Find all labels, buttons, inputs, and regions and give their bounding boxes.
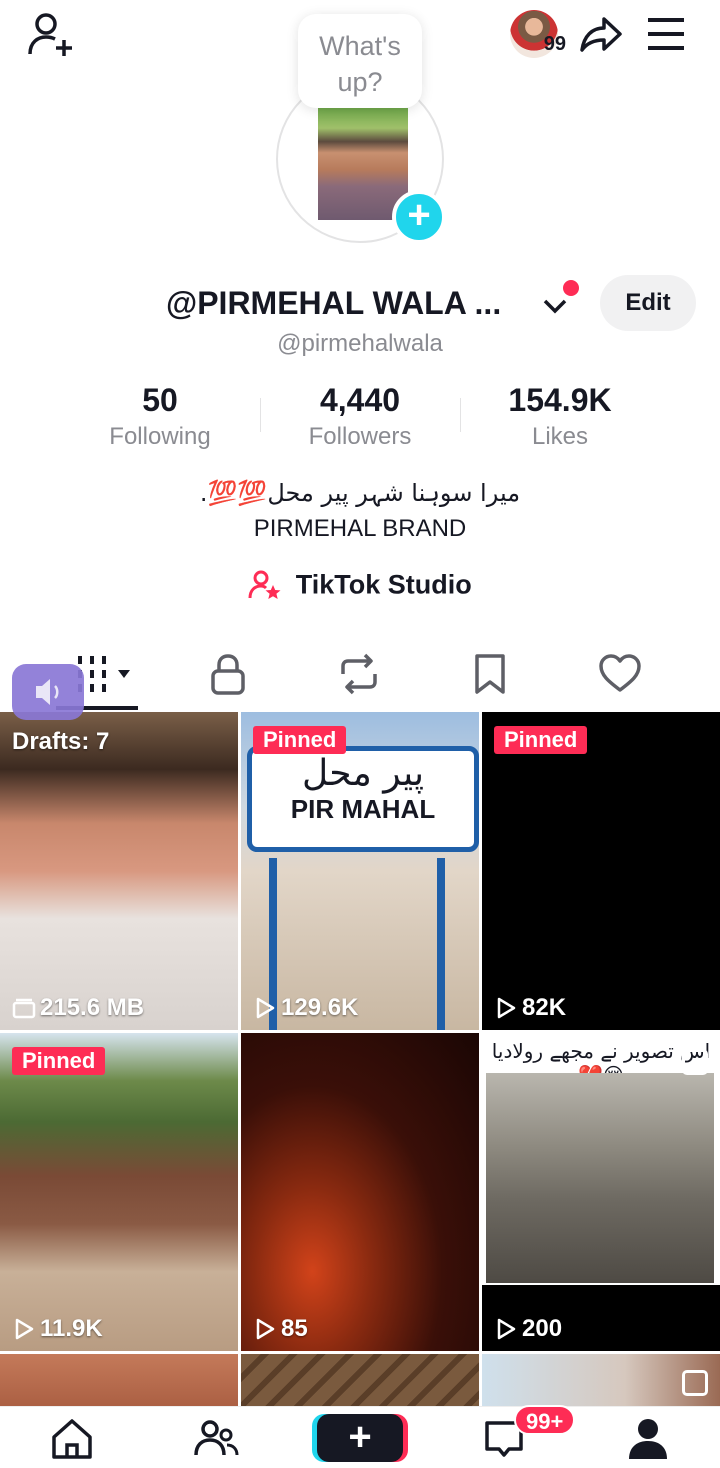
drafts-size: 215.6 MB	[40, 994, 145, 1021]
pinned-badge: Pinned	[12, 1047, 106, 1075]
bio-line-2: PIRMEHAL BRAND	[253, 515, 467, 542]
view-count: 200	[522, 1315, 563, 1342]
bottom-nav: + 99+	[0, 1405, 720, 1468]
view-count: 11.9K	[40, 1315, 103, 1342]
stat-following[interactable]: 50 Following	[60, 382, 260, 451]
drafts-folder-icon	[12, 998, 36, 1019]
grid-item-video[interactable]	[482, 1354, 720, 1414]
content-tabs	[0, 640, 720, 710]
story-count-badge: 99	[543, 33, 566, 55]
tab-favorites-bookmark-icon[interactable]	[468, 652, 512, 696]
nav-inbox[interactable]: 99+	[432, 1405, 576, 1468]
play-icon	[497, 1318, 516, 1340]
play-icon	[256, 1318, 275, 1340]
stat-value: 50	[142, 382, 178, 418]
video-thumbnail	[486, 1073, 714, 1283]
add-friend-icon[interactable]	[26, 12, 78, 58]
video-stats: 129.6K	[253, 994, 358, 1022]
tab-liked-heart-icon[interactable]	[598, 652, 642, 696]
chevron-down-icon[interactable]	[540, 291, 570, 321]
video-stats: 85	[253, 1315, 308, 1343]
grid-item-video[interactable]: اس تصویر نے مجھے رولادیا😢💔 200	[482, 1033, 720, 1351]
profile-icon	[629, 1418, 667, 1459]
stat-label: Following	[109, 423, 211, 450]
edit-profile-button[interactable]: Edit	[600, 275, 696, 331]
play-icon	[497, 997, 516, 1019]
nav-create[interactable]: +	[288, 1407, 432, 1468]
display-name[interactable]: @PIRMEHAL WALA ...	[166, 285, 501, 322]
grid-item-video[interactable]	[241, 1354, 479, 1414]
view-count: 129.6K	[281, 994, 359, 1021]
stat-label: Likes	[531, 423, 589, 450]
create-button[interactable]: +	[317, 1413, 403, 1462]
photo-carousel-icon	[682, 1049, 708, 1075]
stats-row: 50 Following 4,440 Followers 154.9K Like…	[60, 382, 660, 451]
stat-value: 4,440	[319, 382, 401, 418]
story-avatar[interactable]: 99	[510, 10, 566, 58]
share-icon[interactable]	[576, 10, 624, 58]
sign-urdu-text: پیر محل	[302, 753, 424, 794]
video-stats: 11.9K	[12, 1315, 103, 1343]
sign-post	[437, 858, 445, 1030]
inbox-count-badge: 99+	[514, 1405, 576, 1435]
drafts-label: Drafts: 7	[12, 728, 110, 755]
grid-item-video[interactable]: Pinned 11.9K	[0, 1033, 238, 1351]
add-story-button[interactable]: +	[392, 190, 446, 244]
stat-likes[interactable]: 154.9K Likes	[460, 382, 660, 451]
grid-item-video[interactable]: 85	[241, 1033, 479, 1351]
status-bubble[interactable]: What's up?	[298, 14, 422, 108]
grid-item-video[interactable]: پیر محل PIR MAHAL Pinned 129.6K	[241, 712, 479, 1030]
bio: میرا سوہنا شہر پیر محل💯💯. PIRMEHAL BRAND	[0, 476, 720, 546]
play-icon	[256, 997, 275, 1019]
nav-home[interactable]	[0, 1407, 144, 1468]
studio-icon	[248, 570, 281, 599]
notification-dot	[563, 280, 579, 296]
video-stats: 215.6 MB	[12, 994, 144, 1022]
sign-text: PIR MAHAL	[290, 794, 436, 824]
name-row: @PIRMEHAL WALA ... Edit	[0, 275, 720, 331]
pinned-badge: Pinned	[253, 726, 347, 754]
username: @pirmehalwala	[277, 330, 443, 357]
tab-reposts-icon[interactable]	[337, 652, 381, 696]
menu-icon[interactable]	[642, 10, 690, 58]
tab-private-lock-icon[interactable]	[206, 652, 250, 696]
view-count: 82K	[522, 994, 567, 1021]
nav-profile[interactable]	[576, 1407, 720, 1468]
studio-label: TikTok Studio	[295, 569, 472, 600]
grid-item-video[interactable]	[0, 1354, 238, 1414]
play-icon	[15, 1318, 34, 1340]
tiktok-studio-link[interactable]: TikTok Studio	[0, 568, 720, 602]
home-icon	[52, 1418, 92, 1459]
video-stats: 82K	[494, 994, 566, 1022]
grid-item-video[interactable]: Pinned 82K	[482, 712, 720, 1030]
pinned-badge: Pinned	[494, 726, 588, 754]
friends-icon	[194, 1419, 239, 1455]
view-count: 85	[281, 1315, 308, 1342]
bio-line-1: میرا سوہنا شہر پیر محل💯💯.	[199, 479, 521, 507]
photo-carousel-icon	[682, 1370, 708, 1396]
speaker-icon	[36, 679, 59, 705]
stat-label: Followers	[308, 423, 412, 450]
nav-friends[interactable]	[144, 1407, 288, 1468]
sign-board: پیر محل PIR MAHAL	[247, 746, 479, 852]
sound-toggle-button[interactable]	[12, 664, 84, 720]
stat-followers[interactable]: 4,440 Followers	[260, 382, 460, 451]
stat-value: 154.9K	[508, 382, 612, 418]
grid-item-drafts[interactable]: Drafts: 7 215.6 MB	[0, 712, 238, 1030]
video-stats: 200	[494, 1315, 562, 1343]
